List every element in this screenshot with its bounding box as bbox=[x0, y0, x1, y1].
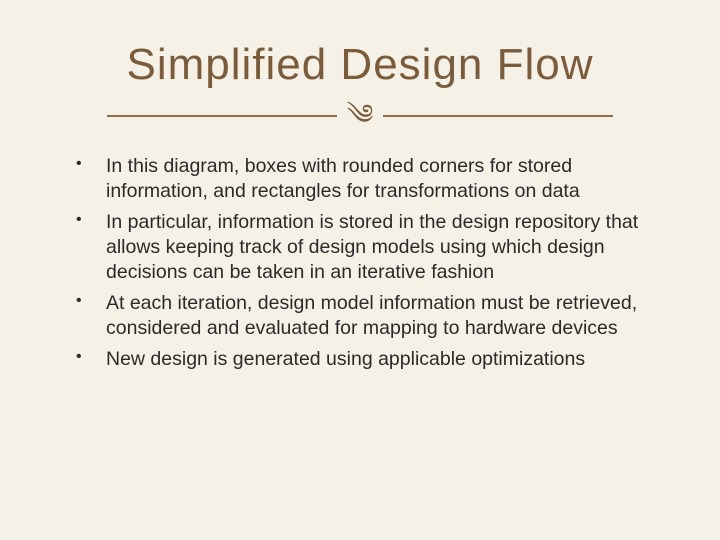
divider-line-left bbox=[107, 115, 337, 117]
list-item: At each iteration, design model informat… bbox=[76, 291, 656, 341]
flourish-icon: ༄ bbox=[347, 102, 374, 130]
list-item: New design is generated using applicable… bbox=[76, 347, 656, 372]
slide-title: Simplified Design Flow bbox=[50, 40, 670, 90]
list-item: In particular, information is stored in … bbox=[76, 210, 656, 285]
divider-line-right bbox=[383, 115, 613, 117]
slide: Simplified Design Flow ༄ In this diagram… bbox=[0, 0, 720, 540]
list-item: In this diagram, boxes with rounded corn… bbox=[76, 154, 656, 204]
title-divider: ༄ bbox=[50, 102, 670, 130]
bullet-list: In this diagram, boxes with rounded corn… bbox=[50, 154, 670, 372]
